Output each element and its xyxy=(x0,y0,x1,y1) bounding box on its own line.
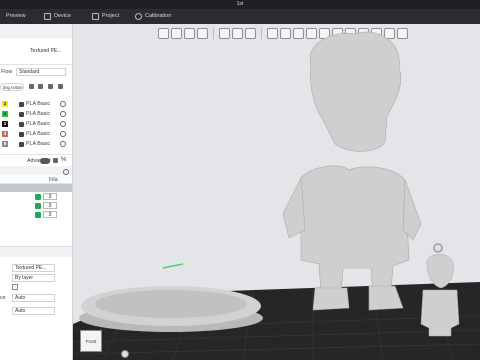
add-icon[interactable] xyxy=(29,84,34,89)
tab-project[interactable]: Project xyxy=(92,9,119,24)
plate-edge-marker xyxy=(162,263,184,269)
object-row-selected[interactable] xyxy=(0,184,72,192)
filament-edit-icon[interactable] xyxy=(60,131,66,137)
plate-type-field[interactable]: Textured PE... xyxy=(28,48,68,56)
keychain-loop xyxy=(433,243,443,253)
filament-slot-badge: 3 xyxy=(2,131,8,137)
filament-slot-badge: 5 xyxy=(2,141,8,147)
filament-spool-icon xyxy=(19,112,24,117)
figure-left-arm xyxy=(282,176,306,239)
filament-edit-icon[interactable] xyxy=(60,111,66,117)
object-visible-checkbox[interactable] xyxy=(35,194,41,200)
project-label: Project xyxy=(102,13,120,19)
filament-name: PLA Basic xyxy=(26,101,51,107)
divider xyxy=(0,64,72,65)
object-filament-field[interactable]: 3 xyxy=(43,202,57,209)
filament-name: PLA Basic xyxy=(26,111,51,117)
view-cube-label: Front xyxy=(85,339,97,344)
filament-name: PLA Basic xyxy=(26,131,51,137)
divider xyxy=(0,154,72,155)
filament-slot-badge: 2 xyxy=(2,101,8,107)
filament-slot-badge: 4 xyxy=(2,111,8,117)
filament-row[interactable]: 1 PLA Basic xyxy=(0,120,72,129)
title-bar: 1st xyxy=(0,0,480,9)
advanced-toggle[interactable] xyxy=(40,158,50,164)
round-base-model-inner xyxy=(95,290,247,318)
settings-icon[interactable] xyxy=(58,84,63,89)
filament-edit-icon[interactable] xyxy=(60,121,66,127)
filament-spool-icon xyxy=(19,122,24,127)
filament-column-header: Fila xyxy=(49,177,58,183)
compare-icon[interactable] xyxy=(53,158,58,163)
auto-select-a[interactable]: Auto xyxy=(12,294,55,302)
filament-row[interactable]: 4 PLA Basic xyxy=(0,110,72,119)
preview-label: Preview xyxy=(6,13,26,19)
print-sequence-select[interactable]: By layer xyxy=(12,274,55,282)
flushing-volumes-button[interactable]: ting volumes xyxy=(0,83,24,91)
calibration-icon xyxy=(135,13,142,20)
object-visible-checkbox[interactable] xyxy=(35,203,41,209)
plate-type-select[interactable]: Textured PE... xyxy=(12,264,55,272)
sidebar-header xyxy=(0,24,72,38)
filament-row[interactable]: 3 PLA Basic xyxy=(0,130,72,139)
window-title: 1st xyxy=(236,1,244,7)
orbit-icon[interactable] xyxy=(121,350,129,358)
keychain-model[interactable] xyxy=(420,243,460,337)
option-checkbox[interactable] xyxy=(12,284,18,290)
object-visible-checkbox[interactable] xyxy=(35,212,41,218)
flow-select[interactable]: Standard xyxy=(16,68,66,76)
filament-name: PLA Basic xyxy=(26,121,51,127)
flow-label: Flow xyxy=(1,69,13,75)
filament-spool-icon xyxy=(19,132,24,137)
auto-select-b[interactable]: Auto xyxy=(12,307,55,315)
device-label: Device xyxy=(54,13,71,19)
filament-spool-icon xyxy=(19,102,24,107)
filament-spool-icon xyxy=(19,142,24,147)
filament-name: PLA Basic xyxy=(26,141,51,147)
scene xyxy=(73,31,480,360)
calibration-label: Calibration xyxy=(145,13,172,19)
figure-right-arm xyxy=(402,179,422,241)
remove-icon[interactable] xyxy=(38,84,43,89)
figure-body xyxy=(300,165,410,295)
tab-calibration[interactable]: Calibration xyxy=(135,9,171,24)
top-tab-bar: Preview Device Project Calibration xyxy=(0,9,480,24)
tab-preview[interactable]: Preview xyxy=(6,9,26,24)
setting-label-truncated: ce xyxy=(0,295,6,301)
left-sidebar: Textured PE... Flow Standard ting volume… xyxy=(0,24,73,360)
keychain-head xyxy=(426,254,454,289)
settings-band xyxy=(0,247,72,257)
view-cube[interactable]: Front xyxy=(80,330,102,352)
object-filament-field[interactable]: 3 xyxy=(43,193,57,200)
object-list-header: Fila xyxy=(0,175,72,184)
figure-head xyxy=(309,31,402,152)
project-icon xyxy=(92,13,99,20)
filament-edit-icon[interactable] xyxy=(60,101,66,107)
3d-viewport[interactable]: Front xyxy=(73,24,480,360)
device-icon xyxy=(44,13,51,20)
filament-row[interactable]: 5 PLA Basic xyxy=(0,140,72,149)
tab-device[interactable]: Device xyxy=(44,9,71,24)
object-filament-field[interactable]: 3 xyxy=(43,211,57,218)
figure-left-boot xyxy=(312,287,350,311)
filament-row[interactable]: 2 PLA Basic xyxy=(0,100,72,109)
figure-model[interactable] xyxy=(282,31,422,311)
filament-edit-icon[interactable] xyxy=(60,141,66,147)
percent-icon[interactable]: % xyxy=(61,157,66,163)
sync-icon[interactable] xyxy=(48,84,53,89)
filament-slot-badge: 1 xyxy=(2,121,8,127)
